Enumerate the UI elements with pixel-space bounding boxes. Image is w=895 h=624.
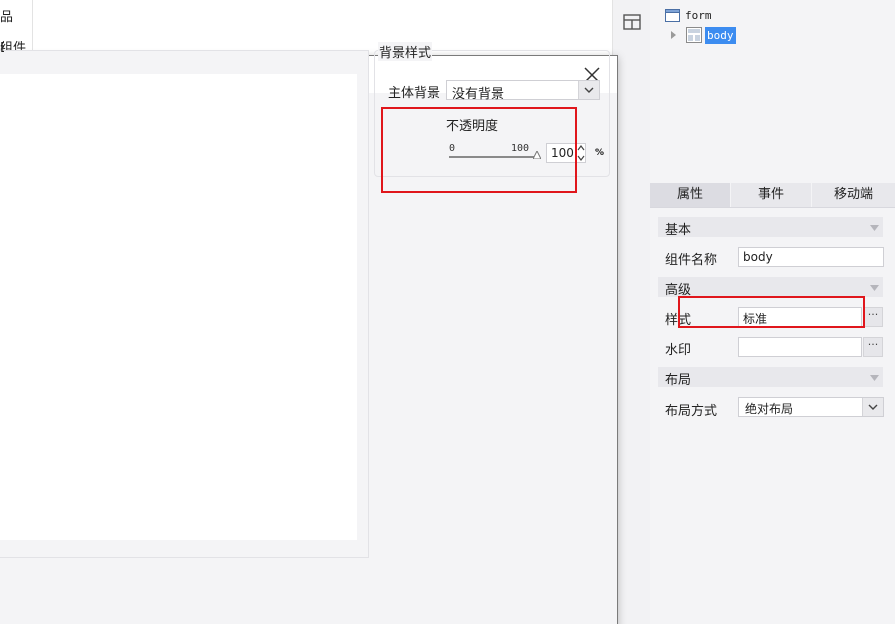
layout-panel-icon[interactable] (623, 14, 641, 30)
layout-mode-value: 绝对布局 (745, 402, 794, 416)
spin-down-icon[interactable] (576, 153, 586, 163)
style-edit-button[interactable]: ··· (863, 307, 883, 327)
watermark-edit-button[interactable]: ··· (863, 337, 883, 357)
section-layout-header[interactable] (658, 367, 883, 387)
tab-properties[interactable]: 属性 (650, 183, 730, 207)
watermark-input[interactable] (738, 337, 862, 357)
chevron-down-icon[interactable] (870, 285, 879, 291)
widget-name-label: 组件名称 (665, 253, 718, 268)
tree-node-body[interactable]: body (705, 27, 736, 44)
watermark-label: 水印 (665, 343, 692, 358)
main-background-value: 没有背景 (452, 87, 505, 102)
preview-canvas (0, 74, 357, 540)
chevron-down-icon (584, 87, 594, 93)
background-highlight-box (381, 107, 577, 193)
main-background-dropdown-button[interactable] (578, 81, 599, 99)
chevron-down-icon[interactable] (870, 225, 879, 231)
section-basic-label: 基本 (665, 223, 692, 238)
body-node-icon (686, 27, 702, 43)
tab-mobile[interactable]: 移动端 (812, 183, 895, 207)
section-advanced-header[interactable] (658, 277, 883, 297)
tree-expand-icon[interactable] (670, 31, 677, 39)
chevron-down-icon[interactable] (870, 375, 879, 381)
tab-events[interactable]: 事件 (731, 183, 811, 207)
layout-mode-label: 布局方式 (665, 404, 718, 419)
widget-name-value: body (743, 250, 773, 264)
form-node-icon (665, 9, 680, 22)
tab-divider (650, 207, 895, 208)
style-highlight-box (678, 296, 865, 328)
chevron-down-icon (868, 404, 878, 410)
section-layout-label: 布局 (665, 373, 692, 388)
tree-node-form[interactable]: form (685, 9, 712, 22)
widget-name-input[interactable]: body (738, 247, 884, 267)
main-background-label: 主体背景 (388, 86, 441, 101)
background-style-title: 背景样式 (378, 42, 433, 61)
component-list-item[interactable]: 品 (0, 6, 13, 25)
main-background-select[interactable]: 没有背景 (446, 80, 600, 102)
layout-mode-dropdown-button[interactable] (862, 398, 883, 416)
percent-sign: % (595, 148, 605, 158)
spin-up-icon[interactable] (576, 143, 586, 153)
section-basic-header[interactable] (658, 217, 883, 237)
preview-label: E (0, 41, 4, 56)
layout-mode-select[interactable]: 绝对布局 (738, 397, 884, 417)
